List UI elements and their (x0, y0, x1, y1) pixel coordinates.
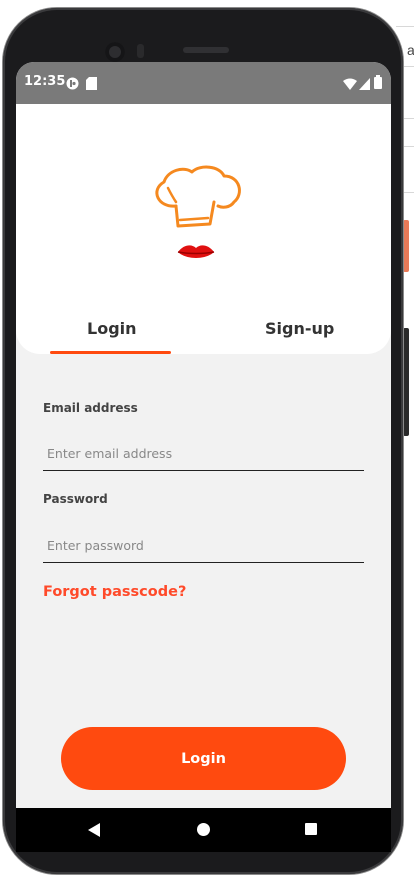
camera-sensor (137, 44, 144, 58)
navigation-bar (16, 808, 391, 852)
forgot-passcode-link[interactable]: Forgot passcode? (43, 584, 186, 600)
status-bar: 12:35 (16, 62, 391, 104)
email-field[interactable] (43, 437, 364, 471)
password-field[interactable] (43, 529, 364, 563)
header-card: Login Sign-up (16, 104, 391, 354)
back-icon[interactable] (88, 823, 100, 837)
chef-hat-lips-logo (148, 164, 244, 266)
earpiece-speaker (183, 47, 229, 53)
tab-sign-up[interactable]: Sign-up (265, 319, 334, 338)
sd-card-icon (86, 75, 97, 94)
signal-icon (359, 75, 370, 94)
wifi-icon (343, 75, 357, 94)
phone-power-button[interactable] (403, 220, 409, 272)
login-button[interactable]: Login (61, 727, 346, 790)
status-time: 12:35 (24, 74, 66, 89)
tab-indicator (50, 351, 171, 354)
battery-icon (374, 74, 382, 93)
password-label: Password (43, 492, 108, 506)
app-screen: 12:35 Login Sign-up Email address Enter … (16, 62, 391, 846)
desktop-divider (396, 26, 414, 27)
recents-icon[interactable] (305, 823, 317, 835)
tab-login[interactable]: Login (87, 319, 137, 338)
email-label: Email address (43, 401, 138, 415)
desktop-edge-text: a (407, 42, 414, 58)
lineage-icon (66, 75, 79, 94)
phone-volume-button[interactable] (403, 328, 409, 436)
front-camera (105, 42, 125, 62)
home-icon[interactable] (197, 823, 210, 836)
